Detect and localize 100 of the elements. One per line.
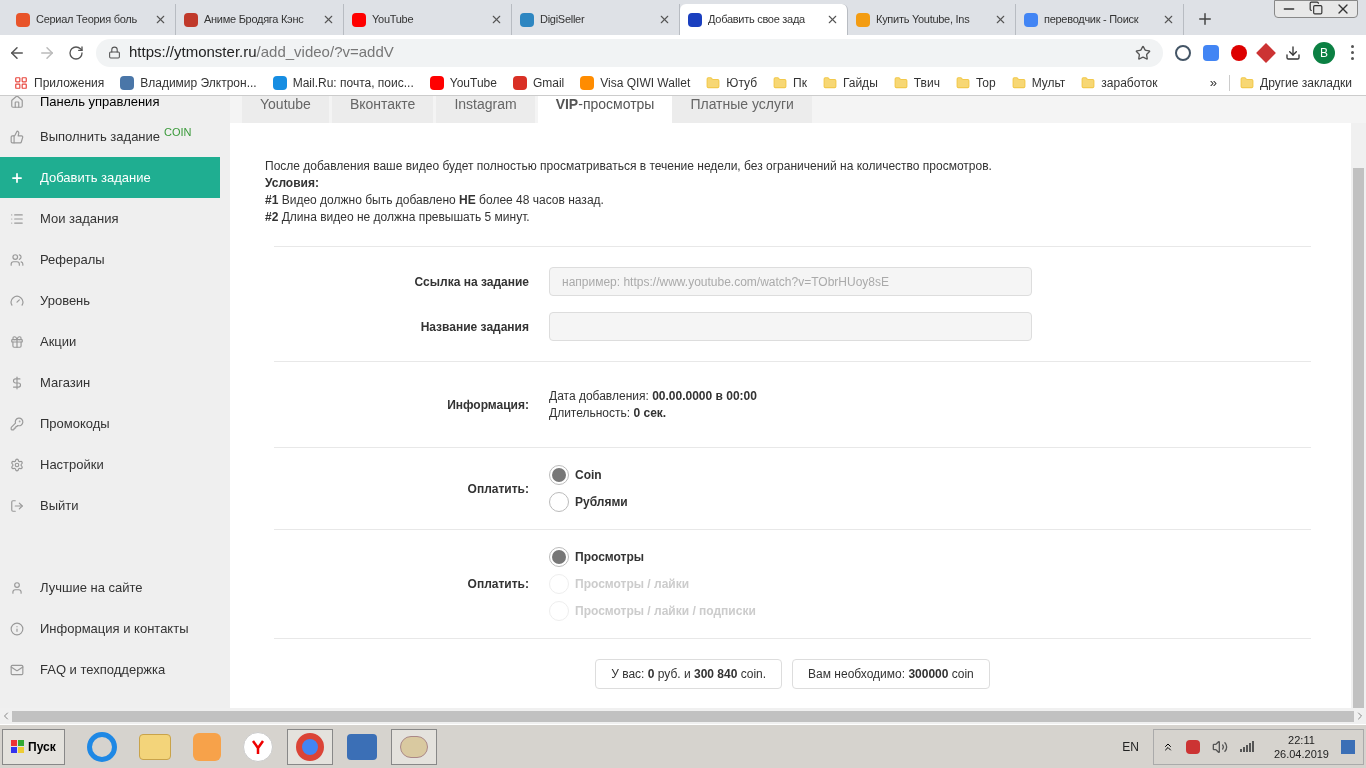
start-button[interactable]: Пуск bbox=[2, 728, 65, 765]
network-icon[interactable] bbox=[1239, 741, 1254, 752]
key-icon bbox=[10, 416, 24, 431]
close-icon[interactable] bbox=[994, 13, 1007, 26]
tab-title: YouTube bbox=[372, 12, 415, 28]
folder-icon bbox=[773, 75, 788, 90]
payment-label: Оплатить: bbox=[466, 480, 529, 498]
sidebar-item[interactable]: Магазин bbox=[0, 362, 230, 403]
radio-option[interactable]: Рублями bbox=[549, 492, 628, 512]
tab-title: DigiSeller bbox=[540, 12, 586, 28]
browser-tab[interactable]: Аниме Бродяга Кэнс bbox=[176, 4, 344, 35]
tab-title: Аниме Бродяга Кэнс bbox=[204, 12, 305, 28]
info-icon bbox=[10, 621, 24, 636]
sidebar-item[interactable]: Уровень bbox=[0, 280, 230, 321]
show-desktop-icon[interactable] bbox=[1341, 739, 1355, 754]
clock-date[interactable]: 26.04.2019 bbox=[1273, 746, 1329, 761]
more-bookmarks-button[interactable]: » bbox=[1201, 72, 1226, 93]
description-text: После добавления ваше видео будет полностью просматриваться в течение недели, без ограничений на количество просмотров. bbox=[265, 158, 993, 175]
info-text: Дата добавления: 00.00.0000 в 00:00 bbox=[549, 387, 757, 405]
browser-tab[interactable]: Купить Youtube, Ins bbox=[848, 4, 1016, 35]
coin-label: COIN bbox=[164, 125, 192, 141]
folder-icon bbox=[1240, 75, 1255, 90]
vertical-scrollbar[interactable] bbox=[1351, 123, 1366, 708]
radio-button[interactable] bbox=[549, 547, 569, 567]
page-tab[interactable]: Instagram bbox=[436, 96, 535, 123]
profile-avatar[interactable]: B bbox=[1313, 41, 1335, 64]
browser-icon[interactable] bbox=[86, 731, 117, 762]
chrome-icon[interactable] bbox=[286, 728, 333, 765]
sidebar-item[interactable]: Панель управления bbox=[0, 96, 230, 116]
browser-tab[interactable]: Добавить свое зада bbox=[680, 4, 848, 35]
reload-icon[interactable] bbox=[68, 44, 84, 61]
extension-icon[interactable] bbox=[1231, 44, 1247, 61]
page-tab[interactable]: Вконтакте bbox=[331, 96, 434, 123]
field-label: Ссылка на задание bbox=[413, 273, 529, 291]
sidebar-item[interactable]: Настройки bbox=[0, 444, 230, 485]
bookmark[interactable]: Тор bbox=[949, 73, 1002, 92]
page-tab[interactable]: Платные услуги bbox=[672, 96, 812, 123]
sidebar-item[interactable]: Рефералы bbox=[0, 239, 230, 280]
bookmark[interactable]: Гайды bbox=[816, 73, 884, 92]
folder-icon bbox=[822, 75, 837, 90]
bookmark[interactable]: Мульт bbox=[1005, 73, 1072, 92]
radio-button[interactable] bbox=[549, 465, 569, 485]
download-icon[interactable] bbox=[1285, 44, 1301, 61]
close-icon[interactable] bbox=[658, 13, 671, 26]
sidebar-item[interactable]: Акции bbox=[0, 321, 230, 362]
apps-icon bbox=[14, 75, 28, 90]
input-field[interactable]: например: https://www.youtube.com/watch?v=TObrHUoy8sE bbox=[549, 267, 1032, 296]
input-field[interactable] bbox=[549, 312, 1032, 341]
bookmark[interactable]: Приложения bbox=[8, 73, 111, 92]
bookmark[interactable]: Владимир Элктрон... bbox=[114, 73, 263, 92]
info-text: Длительность: 0 сек. bbox=[549, 404, 668, 422]
extension-icon[interactable] bbox=[1203, 44, 1219, 61]
bookmark[interactable]: Твич bbox=[887, 73, 946, 92]
new-tab-icon[interactable] bbox=[1196, 10, 1214, 28]
close-icon[interactable] bbox=[490, 13, 503, 26]
tray-icon[interactable] bbox=[1185, 739, 1200, 754]
language-indicator[interactable]: EN bbox=[1122, 737, 1139, 756]
folder-icon bbox=[893, 75, 908, 90]
sidebar-item[interactable]: Выполнить задание COIN bbox=[0, 116, 230, 157]
browser-tab[interactable]: YouTube bbox=[344, 4, 512, 35]
volume-icon[interactable] bbox=[1211, 738, 1228, 755]
bookmark[interactable]: Другие закладки bbox=[1234, 73, 1358, 92]
restore-icon[interactable] bbox=[1309, 1, 1323, 15]
tab-title: Купить Youtube, Ins bbox=[876, 12, 971, 28]
bookmark[interactable]: Visa QIWI Wallet bbox=[574, 73, 697, 92]
bookmark[interactable]: Ютуб bbox=[700, 73, 764, 92]
browser-tab[interactable]: переводчик - Поиск bbox=[1016, 4, 1184, 35]
thumbs-up-icon bbox=[10, 129, 24, 144]
close-icon[interactable] bbox=[322, 13, 335, 26]
sidebar-item[interactable]: Лучшие на сайте bbox=[0, 567, 230, 608]
list-icon bbox=[10, 211, 24, 226]
dollar-icon bbox=[10, 375, 24, 390]
bookmark[interactable]: YouTube bbox=[423, 73, 503, 92]
browser-tab[interactable]: Сериал Теория боль bbox=[8, 4, 176, 35]
close-icon[interactable] bbox=[154, 13, 167, 26]
bookmark[interactable]: Mail.Ru: почта, поис... bbox=[266, 73, 420, 92]
folder-icon bbox=[1081, 75, 1096, 90]
star-icon[interactable] bbox=[1135, 44, 1151, 61]
radio-option[interactable]: Просмотры bbox=[549, 547, 756, 567]
user-icon bbox=[10, 580, 24, 595]
extension-icon[interactable] bbox=[1175, 44, 1191, 61]
sidebar-item[interactable]: Информация и контакты bbox=[0, 608, 230, 649]
bookmark[interactable]: заработок bbox=[1075, 73, 1164, 92]
close-icon[interactable] bbox=[826, 13, 839, 26]
address-bar[interactable]: https://ytmonster.ru/add_video/?v=addV bbox=[96, 38, 1163, 67]
clock-time[interactable]: 22:11 bbox=[1288, 732, 1315, 747]
sidebar-item[interactable]: Мои задания bbox=[0, 198, 230, 239]
page-tab[interactable]: Youtube bbox=[242, 96, 329, 123]
tab-title: переводчик - Поиск bbox=[1044, 12, 1140, 28]
sidebar-item[interactable]: Выйти bbox=[0, 485, 230, 526]
browser-icon[interactable] bbox=[242, 731, 273, 762]
radio-button[interactable] bbox=[549, 492, 569, 512]
page-tab[interactable]: VIP-просмотры bbox=[537, 96, 673, 123]
bookmark[interactable]: Пк bbox=[767, 73, 813, 92]
radio-option[interactable]: Coin bbox=[549, 465, 628, 485]
bookmark[interactable]: Gmail bbox=[506, 73, 571, 92]
plus-icon bbox=[10, 170, 24, 185]
close-icon[interactable] bbox=[1162, 13, 1175, 26]
sidebar-item[interactable]: Промокоды bbox=[0, 403, 230, 444]
sidebar-item[interactable]: FAQ и техподдержка bbox=[0, 649, 230, 690]
